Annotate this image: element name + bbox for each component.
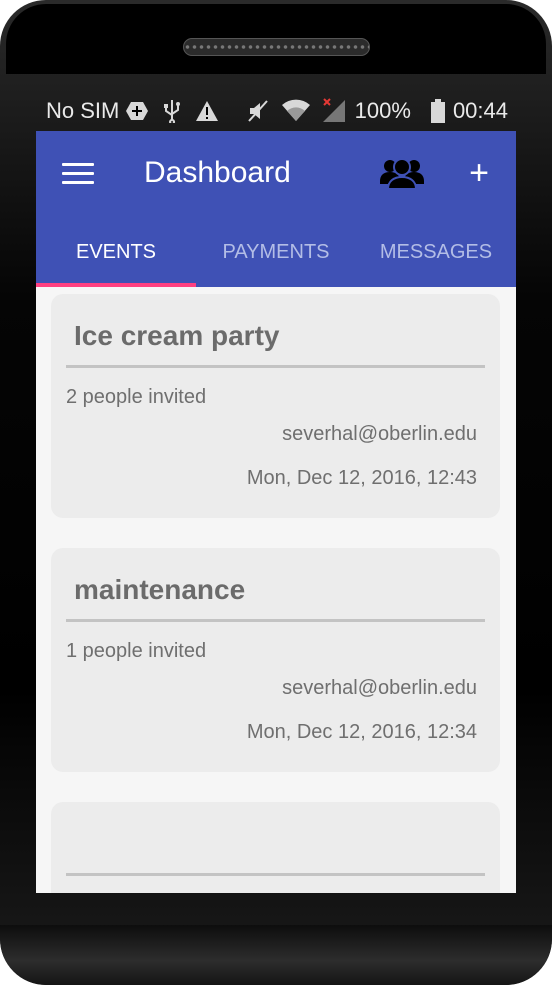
event-list: Ice cream party 2 people invited severha… xyxy=(36,287,516,893)
group-icon[interactable] xyxy=(380,155,424,191)
battery-percent: 100% xyxy=(354,98,411,123)
status-right: 100% 00:44 xyxy=(235,92,508,130)
signal-icon xyxy=(321,98,347,124)
hamburger-menu-icon[interactable] xyxy=(62,159,94,189)
event-title: maintenance xyxy=(74,574,246,605)
warning-icon xyxy=(195,100,219,122)
clock: 00:44 xyxy=(452,98,508,123)
status-bar: No SIM 100% 00:44 xyxy=(36,92,516,130)
divider xyxy=(66,619,485,622)
divider xyxy=(66,365,485,368)
organizer-email: severhal@oberlin.edu xyxy=(282,423,477,445)
usb-icon xyxy=(163,99,181,123)
add-button[interactable]: + xyxy=(464,153,494,193)
speaker-grille xyxy=(183,38,370,56)
wifi-icon xyxy=(281,99,311,123)
app-screen: Dashboard + EVENTS PAYMENTS MESSAGES Ice… xyxy=(36,131,516,893)
tab-payments[interactable]: PAYMENTS xyxy=(196,227,356,287)
event-date: Mon, Dec 12, 2016, 12:43 xyxy=(246,467,477,489)
event-date: Mon, Dec 12, 2016, 12:34 xyxy=(246,721,477,743)
page-title: Dashboard xyxy=(144,156,291,189)
mute-icon xyxy=(247,99,269,123)
sim-add-icon xyxy=(125,101,149,121)
app-bar: Dashboard + EVENTS PAYMENTS MESSAGES xyxy=(36,131,516,287)
event-title: Ice cream party xyxy=(74,320,280,351)
organizer-email: severhal@oberlin.edu xyxy=(282,677,477,699)
event-card[interactable] xyxy=(51,802,500,893)
tab-bar: EVENTS PAYMENTS MESSAGES xyxy=(36,227,516,287)
divider xyxy=(66,873,485,876)
event-card[interactable]: maintenance 1 people invited severhal@ob… xyxy=(51,548,500,772)
carrier-text: No SIM xyxy=(46,98,120,123)
invited-count: 1 people invited xyxy=(66,640,207,662)
battery-icon xyxy=(430,99,445,123)
tab-events[interactable]: EVENTS xyxy=(36,227,196,287)
tab-messages[interactable]: MESSAGES xyxy=(356,227,516,287)
event-card[interactable]: Ice cream party 2 people invited severha… xyxy=(51,294,500,518)
invited-count: 2 people invited xyxy=(66,386,207,408)
phone-chin xyxy=(0,925,552,985)
